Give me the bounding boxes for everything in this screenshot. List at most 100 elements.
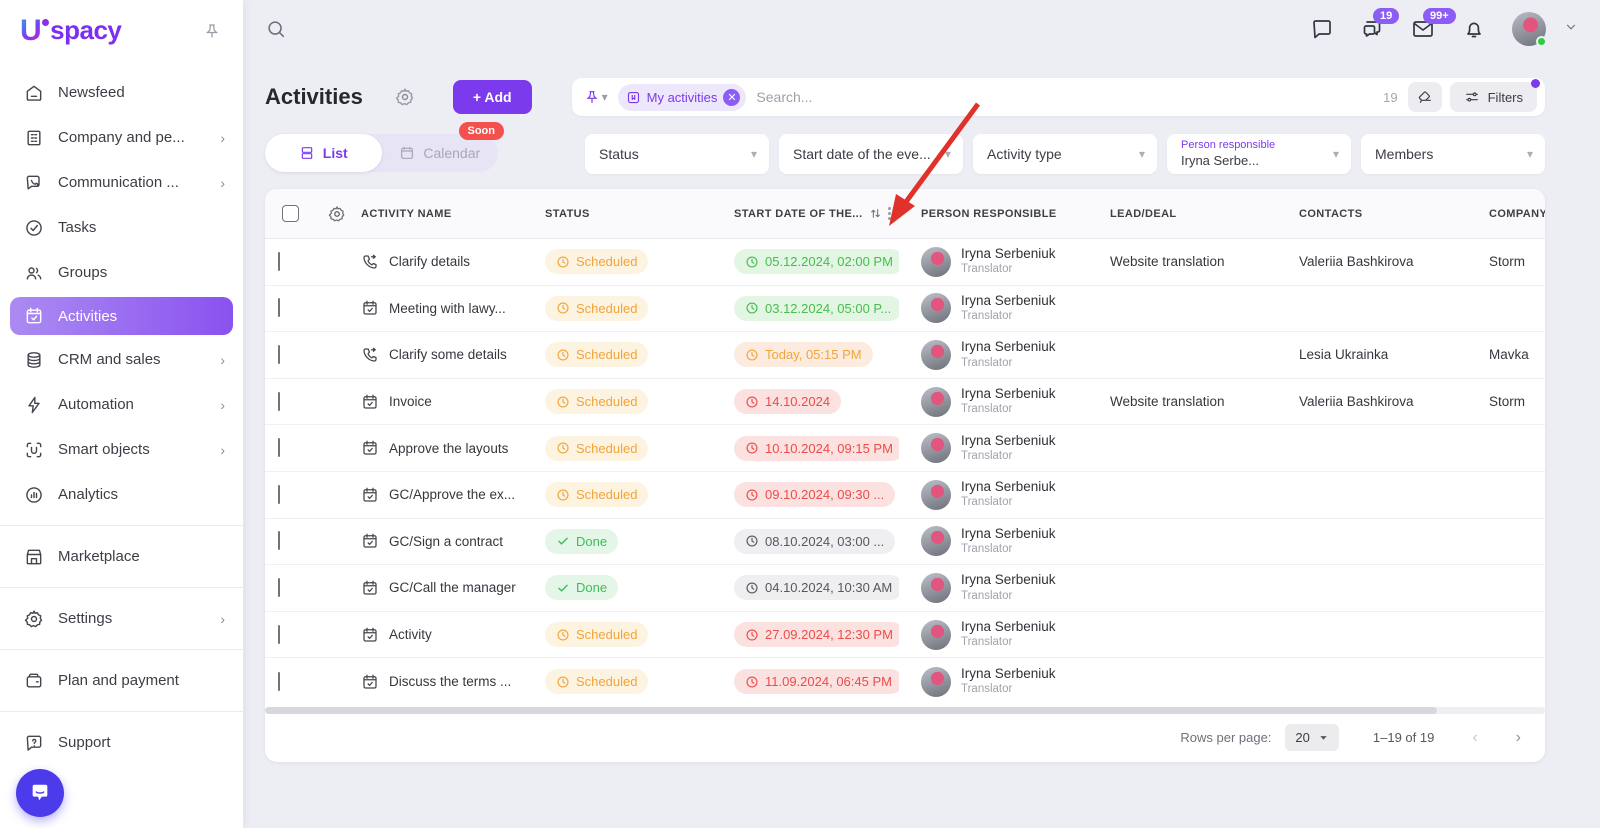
col-start-date[interactable]: START DATE OF THE... xyxy=(722,207,899,220)
sidebar-item-analytics[interactable]: Analytics xyxy=(0,472,243,517)
sidebar-item-groups[interactable]: Groups xyxy=(0,250,243,295)
select-all-checkbox[interactable] xyxy=(282,205,299,222)
filter-select-start-date-of-the-eve[interactable]: Start date of the eve...▾ xyxy=(779,134,963,174)
row-checkbox[interactable] xyxy=(278,485,280,504)
filter-select-person-responsible[interactable]: Person responsibleIryna Serbe...▾ xyxy=(1167,134,1351,174)
sidebar-item-activities[interactable]: Activities xyxy=(10,297,233,335)
my-activities-filter-chip[interactable]: My activities ✕ xyxy=(618,84,747,111)
profile-chevron-down-icon[interactable] xyxy=(1564,20,1578,39)
row-checkbox[interactable] xyxy=(278,252,280,271)
person-cell[interactable]: Iryna Serbeniuk Translator xyxy=(899,386,1088,417)
table-row[interactable]: GC/Sign a contract Done 08.10.2024, 03:0… xyxy=(265,519,1545,566)
person-cell[interactable]: Iryna Serbeniuk Translator xyxy=(899,526,1088,557)
sidebar-item-company[interactable]: Company and pe...› xyxy=(0,115,243,160)
row-checkbox[interactable] xyxy=(278,578,280,597)
table-row[interactable]: Approve the layouts Scheduled 10.10.2024… xyxy=(265,425,1545,472)
table-row[interactable]: GC/Approve the ex... Scheduled 09.10.202… xyxy=(265,472,1545,519)
comments-icon[interactable] xyxy=(1310,17,1334,41)
filter-select-activity-type[interactable]: Activity type▾ xyxy=(973,134,1157,174)
company-cell[interactable]: Mavka xyxy=(1467,347,1545,362)
table-row[interactable]: Discuss the terms ... Scheduled 11.09.20… xyxy=(265,658,1545,705)
activity-name[interactable]: Invoice xyxy=(389,394,432,409)
col-lead-deal[interactable]: LEAD/DEAL xyxy=(1088,208,1277,220)
row-checkbox[interactable] xyxy=(278,345,280,364)
activity-name[interactable]: Approve the layouts xyxy=(389,441,508,456)
person-cell[interactable]: Iryna Serbeniuk Translator xyxy=(899,433,1088,464)
sidebar-item-tasks[interactable]: Tasks xyxy=(0,205,243,250)
filter-select-status[interactable]: Status▾ xyxy=(585,134,769,174)
sidebar-item-plan[interactable]: Plan and payment xyxy=(0,658,243,703)
filters-button[interactable]: Filters xyxy=(1450,82,1537,112)
activity-name[interactable]: Activity xyxy=(389,627,432,642)
col-status[interactable]: STATUS xyxy=(523,208,722,220)
person-cell[interactable]: Iryna Serbeniuk Translator xyxy=(899,619,1088,650)
sidebar-pin-icon[interactable] xyxy=(203,22,221,40)
activity-name[interactable]: GC/Approve the ex... xyxy=(389,487,515,502)
col-activity-name[interactable]: ACTIVITY NAME xyxy=(357,208,523,220)
company-cell[interactable]: Storm xyxy=(1467,394,1545,409)
rows-per-page-select[interactable]: 20 xyxy=(1285,724,1338,751)
filter-select-members[interactable]: Members▾ xyxy=(1361,134,1545,174)
activity-name[interactable]: Meeting with lawy... xyxy=(389,301,506,316)
sidebar-item-newsfeed[interactable]: Newsfeed xyxy=(0,70,243,115)
next-page-chevron[interactable]: › xyxy=(1516,729,1521,747)
col-person-responsible[interactable]: PERSON RESPONSIBLE xyxy=(899,208,1088,220)
clear-filters-button[interactable] xyxy=(1408,82,1442,112)
horizontal-scrollbar-thumb[interactable] xyxy=(265,707,1437,714)
sidebar-item-automation[interactable]: Automation› xyxy=(0,382,243,427)
table-row[interactable]: GC/Call the manager Done 04.10.2024, 10:… xyxy=(265,565,1545,612)
person-cell[interactable]: Iryna Serbeniuk Translator xyxy=(899,479,1088,510)
activity-name[interactable]: Clarify some details xyxy=(389,347,507,362)
company-cell[interactable]: Storm xyxy=(1467,254,1545,269)
col-company[interactable]: COMPANY xyxy=(1467,208,1545,220)
sidebar-item-communication[interactable]: Communication ...› xyxy=(0,160,243,205)
person-cell[interactable]: Iryna Serbeniuk Translator xyxy=(899,572,1088,603)
lead-deal-cell[interactable]: Website translation xyxy=(1088,394,1277,409)
row-checkbox[interactable] xyxy=(278,298,280,317)
global-search-icon[interactable] xyxy=(265,18,287,40)
support-chat-fab[interactable] xyxy=(16,769,64,817)
col-contacts[interactable]: CONTACTS xyxy=(1277,208,1467,220)
activity-name[interactable]: GC/Call the manager xyxy=(389,580,516,595)
column-drag-handle[interactable] xyxy=(888,207,896,220)
column-settings-gear-icon[interactable] xyxy=(328,205,346,223)
uspacy-logo[interactable]: U spacy xyxy=(20,16,121,46)
person-cell[interactable]: Iryna Serbeniuk Translator xyxy=(899,246,1088,277)
row-checkbox[interactable] xyxy=(278,438,280,457)
row-checkbox[interactable] xyxy=(278,625,280,644)
chip-remove-icon[interactable]: ✕ xyxy=(723,89,740,106)
person-cell[interactable]: Iryna Serbeniuk Translator xyxy=(899,339,1088,370)
sidebar-item-crm[interactable]: CRM and sales› xyxy=(0,337,243,382)
table-row[interactable]: Activity Scheduled 27.09.2024, 12:30 PM … xyxy=(265,612,1545,659)
lead-deal-cell[interactable]: Website translation xyxy=(1088,254,1277,269)
tab-list[interactable]: List xyxy=(265,134,382,172)
contact-cell[interactable]: Valeriia Bashkirova xyxy=(1277,394,1467,409)
person-cell[interactable]: Iryna Serbeniuk Translator xyxy=(899,293,1088,324)
prev-page-chevron[interactable]: ‹ xyxy=(1472,729,1477,747)
person-cell[interactable]: Iryna Serbeniuk Translator xyxy=(899,666,1088,697)
table-row[interactable]: Meeting with lawy... Scheduled 03.12.202… xyxy=(265,286,1545,333)
sidebar-item-support[interactable]: Support xyxy=(0,720,243,765)
mail-icon[interactable]: 99+ xyxy=(1410,17,1436,41)
sidebar-item-marketplace[interactable]: Marketplace xyxy=(0,534,243,579)
row-checkbox[interactable] xyxy=(278,672,280,691)
chats-icon[interactable]: 19 xyxy=(1360,17,1384,41)
activity-name[interactable]: Clarify details xyxy=(389,254,470,269)
search-input[interactable] xyxy=(756,89,1383,105)
add-activity-button[interactable]: + Add xyxy=(453,80,532,114)
user-avatar[interactable] xyxy=(1512,12,1546,46)
sort-icon[interactable] xyxy=(869,207,882,220)
sidebar-item-smart[interactable]: Smart objects› xyxy=(0,427,243,472)
table-row[interactable]: Clarify some details Scheduled Today, 05… xyxy=(265,332,1545,379)
page-settings-gear-icon[interactable] xyxy=(395,87,415,107)
sidebar-item-settings[interactable]: Settings› xyxy=(0,596,243,641)
saved-filter-pin-icon[interactable]: ▾ xyxy=(584,89,608,105)
contact-cell[interactable]: Lesia Ukrainka xyxy=(1277,347,1467,362)
row-checkbox[interactable] xyxy=(278,392,280,411)
row-checkbox[interactable] xyxy=(278,531,280,550)
table-row[interactable]: Clarify details Scheduled 05.12.2024, 02… xyxy=(265,239,1545,286)
activity-name[interactable]: GC/Sign a contract xyxy=(389,534,503,549)
table-row[interactable]: Invoice Scheduled 14.10.2024 Iryna Serbe… xyxy=(265,379,1545,426)
contact-cell[interactable]: Valeriia Bashkirova xyxy=(1277,254,1467,269)
notifications-bell-icon[interactable] xyxy=(1462,17,1486,41)
